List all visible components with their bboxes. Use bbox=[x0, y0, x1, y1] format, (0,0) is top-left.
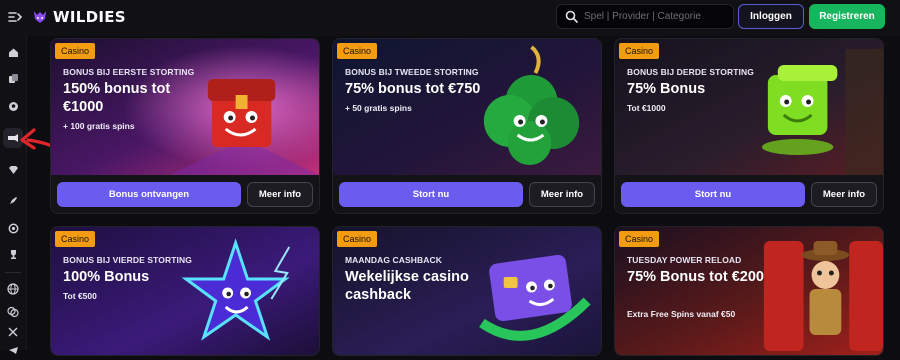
cards-icon[interactable] bbox=[3, 68, 23, 88]
brand-name: WILDIES bbox=[53, 8, 126, 26]
x-social-icon[interactable] bbox=[3, 322, 23, 342]
search-icon bbox=[565, 10, 578, 23]
category-tag: Casino bbox=[55, 43, 96, 59]
telegram-icon[interactable] bbox=[3, 340, 23, 360]
rocket-icon[interactable] bbox=[3, 190, 23, 210]
promo-actions: Bonus ontvangen Meer info bbox=[51, 175, 319, 213]
promo-card-second-deposit[interactable]: Casino BONUS BIJ TWEEDE STORTING 75% bon… bbox=[332, 38, 602, 214]
globe-icon[interactable] bbox=[3, 279, 23, 299]
promo-actions: Stort nu Meer info bbox=[615, 175, 883, 213]
promo-subtitle: BONUS BIJ TWEEDE STORTING bbox=[345, 67, 479, 77]
promo-extra: Tot €1000 bbox=[627, 103, 666, 113]
promo-subtitle: MAANDAG CASHBACK bbox=[345, 255, 442, 265]
more-info-button[interactable]: Meer info bbox=[529, 181, 595, 207]
top-bar: WILDIES Inloggen Registreren bbox=[0, 0, 900, 36]
collapse-sidebar-icon[interactable] bbox=[7, 10, 23, 24]
brand-logo[interactable]: WILDIES bbox=[32, 8, 126, 26]
promo-actions: Stort nu Meer info bbox=[333, 175, 601, 213]
promo-subtitle: BONUS BIJ VIERDE STORTING bbox=[63, 255, 192, 265]
category-tag: Casino bbox=[337, 231, 378, 247]
search-input[interactable] bbox=[584, 11, 724, 22]
promo-card-tuesday-reload[interactable]: Casino TUESDAY POWER RELOAD 75% Bonus to… bbox=[614, 226, 884, 356]
promo-extra: + 100 gratis spins bbox=[63, 121, 135, 131]
sports-ball-icon[interactable] bbox=[3, 96, 23, 116]
promotions-icon[interactable] bbox=[3, 128, 23, 148]
category-tag: Casino bbox=[619, 231, 660, 247]
promo-subtitle: TUESDAY POWER RELOAD bbox=[627, 255, 742, 265]
promo-title: 75% bonus tot €750 bbox=[345, 81, 481, 97]
register-button[interactable]: Registreren bbox=[809, 4, 885, 29]
target-icon[interactable] bbox=[3, 218, 23, 238]
deposit-now-button[interactable]: Stort nu bbox=[339, 181, 523, 207]
sidebar-divider bbox=[5, 272, 21, 273]
promo-card-fourth-deposit[interactable]: Casino BONUS BIJ VIERDE STORTING 100% Bo… bbox=[50, 226, 320, 356]
wolf-logo-icon bbox=[34, 11, 46, 23]
promo-extra: + 50 gratis spins bbox=[345, 103, 412, 113]
chat-icon[interactable] bbox=[3, 302, 23, 322]
promo-card-monday-cashback[interactable]: Casino MAANDAG CASHBACK Wekelijkse casin… bbox=[332, 226, 602, 356]
deposit-now-button[interactable]: Stort nu bbox=[621, 181, 805, 207]
sidebar bbox=[0, 36, 27, 354]
promo-title: Wekelijkse casino cashback bbox=[345, 269, 469, 303]
category-tag: Casino bbox=[337, 43, 378, 59]
trophy-icon[interactable] bbox=[3, 244, 23, 264]
gem-icon[interactable] bbox=[3, 160, 23, 180]
promo-subtitle: BONUS BIJ EERSTE STORTING bbox=[63, 67, 195, 77]
promo-extra: Extra Free Spins vanaf €50 bbox=[627, 309, 736, 319]
category-tag: Casino bbox=[619, 43, 660, 59]
promo-title: 150% bonus tot €1000 bbox=[63, 81, 171, 115]
login-button[interactable]: Inloggen bbox=[738, 4, 804, 29]
promo-subtitle: BONUS BIJ DERDE STORTING bbox=[627, 67, 754, 77]
promo-title: 75% Bonus bbox=[627, 81, 706, 97]
game-search[interactable] bbox=[556, 4, 734, 29]
more-info-button[interactable]: Meer info bbox=[247, 181, 313, 207]
more-info-button[interactable]: Meer info bbox=[811, 181, 877, 207]
promo-extra: Tot €500 bbox=[63, 291, 97, 301]
claim-bonus-button[interactable]: Bonus ontvangen bbox=[57, 181, 241, 207]
promo-title: 100% Bonus bbox=[63, 269, 150, 285]
home-icon[interactable] bbox=[3, 42, 23, 62]
promo-card-first-deposit[interactable]: Casino BONUS BIJ EERSTE STORTING 150% bo… bbox=[50, 38, 320, 214]
promo-card-third-deposit[interactable]: Casino BONUS BIJ DERDE STORTING 75% Bonu… bbox=[614, 38, 884, 214]
promo-title: 75% Bonus tot €200 bbox=[627, 269, 764, 285]
category-tag: Casino bbox=[55, 231, 96, 247]
